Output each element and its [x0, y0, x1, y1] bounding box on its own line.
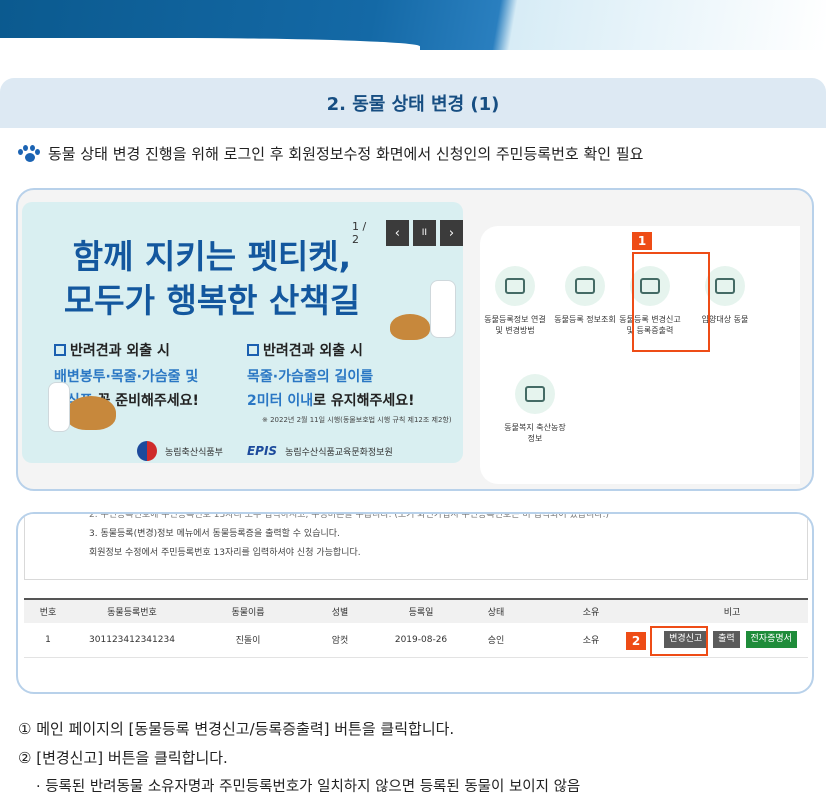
rule-right: 반려견과 외출 시 목줄·가슴줄의 길이를 2미터 이내로 유지해주세요! [247, 340, 415, 410]
dog-illustration [390, 314, 430, 340]
promo-banner[interactable]: 함께 지키는 펫티켓, 모두가 행복한 산책길 1 / 2 ‹ II › 반려견… [22, 202, 463, 463]
agency-name: 농림수산식품교육문화정보원 [285, 447, 393, 458]
notice-line-3: 3. 동물등록(변경)정보 메뉴에서 동물등록증을 출력할 수 있습니다. [89, 529, 340, 539]
notice-box: 2. 주민등록번호에 주민등록번호 13자리 모두 입력하시고, 수정버튼을 누… [24, 514, 808, 580]
top-banner [0, 0, 826, 52]
epis-logo: EPIS [246, 444, 278, 458]
table-header-row: 번호 동물등록번호 동물이름 성별 등록일 상태 소유 비고 [24, 598, 808, 623]
ministry-name: 농림축산식품부 [165, 447, 223, 458]
rule-right-highlight: 2미터 이내 [247, 393, 314, 409]
rule-left-line2: 배변봉투·목줄·가슴줄 및 [54, 369, 199, 385]
document-icon [565, 266, 605, 306]
print-button[interactable]: 출력 [713, 631, 740, 649]
rule-left-title: 반려견과 외출 시 [70, 343, 170, 359]
col-remarks: 비고 [656, 598, 808, 623]
cell-sex: 암컷 [304, 623, 376, 658]
rule-right-title: 반려견과 외출 시 [263, 343, 363, 359]
registration-list-screenshot: 2. 주민등록번호에 주민등록번호 13자리 모두 입력하시고, 수정버튼을 누… [16, 512, 814, 694]
rule-note: ※ 2022년 2월 11일 시행(동물보호법 시행 규칙 제12조 제2항) [262, 416, 452, 424]
col-no: 번호 [24, 598, 72, 623]
col-date: 등록일 [376, 598, 466, 623]
promo-headline-1: 함께 지키는 펫티켓, [72, 237, 352, 276]
menu-item-registration-link[interactable]: 동물등록정보 연결 및 변경방법 [480, 266, 550, 336]
dog-icon [495, 266, 535, 306]
paw-icon [18, 144, 40, 163]
farm-icon [515, 374, 555, 414]
step-note-text: · 등록된 반려동물 소유자명과 주민등록번호가 일치하지 않으면 등록된 동물… [36, 779, 581, 795]
cell-no: 1 [24, 623, 72, 658]
banner-pager: 1 / 2 ‹ II › [352, 220, 463, 246]
intro-text: 동물 상태 변경 진행을 위해 로그인 후 회원정보수정 화면에서 신청인의 주… [48, 145, 644, 163]
intro-line: 동물 상태 변경 진행을 위해 로그인 후 회원정보수정 화면에서 신청인의 주… [18, 143, 643, 164]
col-status: 상태 [466, 598, 526, 623]
dog-illustration-2 [66, 396, 116, 430]
col-name: 동물이름 [192, 598, 304, 623]
col-reg-no: 동물등록번호 [72, 598, 192, 623]
pause-icon[interactable]: II [412, 220, 436, 246]
pager-count: 1 / 2 [352, 220, 367, 246]
col-owner: 소유 [526, 598, 656, 623]
cell-date: 2019-08-26 [376, 623, 466, 658]
instruction-steps: ① 메인 페이지의 [동물등록 변경신고/등록증출력] 버튼을 클릭합니다. ②… [18, 715, 580, 802]
e-certificate-button[interactable]: 전자증명서 [745, 631, 797, 649]
rule-right-line2: 목줄·가슴줄의 길이를 [247, 369, 374, 385]
logo-row: 농림축산식품부 EPIS 농림수산식품교육문화정보원 [137, 441, 393, 461]
highlight-box-2 [650, 626, 708, 656]
promo-headline-2: 모두가 행복한 산책길 [63, 281, 361, 320]
section-header: 2. 동물 상태 변경 (1) [0, 78, 826, 128]
prev-arrow-icon[interactable]: ‹ [385, 220, 409, 246]
step-badge-1: 1 [632, 232, 652, 250]
menu-item-welfare-farm[interactable]: 동물복지 축산농장 정보 [500, 374, 570, 444]
person-illustration [430, 280, 456, 338]
section-title: 2. 동물 상태 변경 (1) [326, 94, 500, 115]
step-1-text: ① 메인 페이지의 [동물등록 변경신고/등록증출력] 버튼을 클릭합니다. [18, 720, 455, 738]
notice-line-cut: 2. 주민등록번호에 주민등록번호 13자리 모두 입력하시고, 수정버튼을 누… [89, 512, 609, 520]
adoption-icon [705, 266, 745, 306]
ministry-logo-icon [137, 441, 157, 461]
step-2-text: ② [변경신고] 버튼을 클릭합니다. [18, 749, 228, 767]
notice-line-4: 회원정보 수정에서 주민등록번호 13자리를 입력하셔야 신청 가능합니다. [89, 548, 361, 558]
step-badge-2: 2 [626, 632, 646, 650]
next-arrow-icon[interactable]: › [439, 220, 463, 246]
main-page-screenshot: 함께 지키는 펫티켓, 모두가 행복한 산책길 1 / 2 ‹ II › 반려견… [16, 188, 814, 491]
cell-status: 승인 [466, 623, 526, 658]
highlight-box-1 [632, 252, 710, 352]
person-illustration-2 [48, 382, 70, 432]
col-sex: 성별 [304, 598, 376, 623]
rule-right-rest: 로 유지해주세요! [313, 393, 415, 409]
cell-name: 진돌이 [192, 623, 304, 658]
menu-item-registration-lookup[interactable]: 동물등록 정보조회 [550, 266, 620, 325]
cell-reg-no: 301123412341234 [72, 623, 192, 658]
